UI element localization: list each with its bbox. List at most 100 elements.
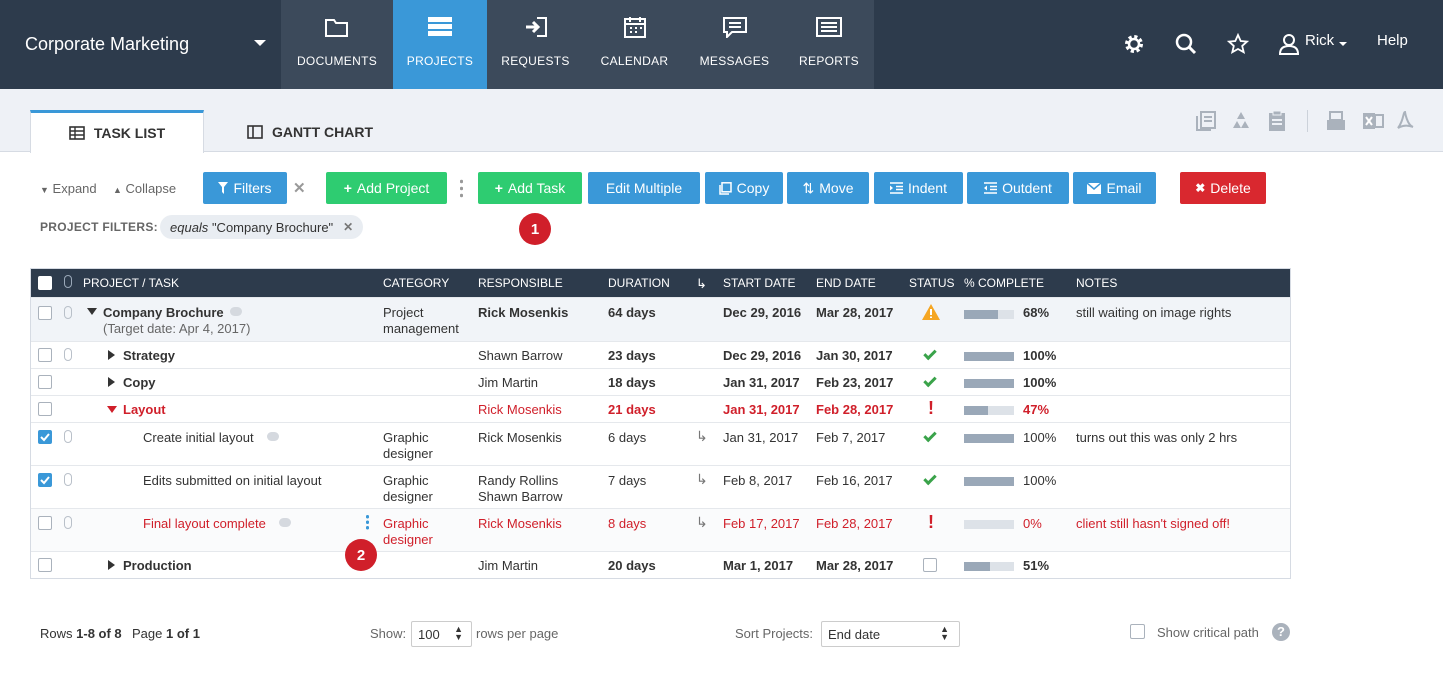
- nav-tab-reports[interactable]: REPORTS: [784, 0, 874, 89]
- rows-per-page-select[interactable]: 100 ▲ ▼: [411, 621, 472, 647]
- percent-complete: 100%: [1023, 430, 1057, 445]
- edit-multiple-button[interactable]: Edit Multiple: [588, 172, 700, 204]
- col-header-end[interactable]: END DATE: [816, 276, 876, 290]
- col-header-start[interactable]: START DATE: [723, 276, 795, 290]
- clipboard-icon[interactable]: [1266, 110, 1288, 132]
- delete-button[interactable]: ✖ Delete: [1180, 172, 1266, 204]
- task-name[interactable]: Production: [123, 558, 192, 573]
- more-options-icon[interactable]: [460, 178, 463, 198]
- collapse-toggle-icon[interactable]: [87, 308, 97, 315]
- indent-button[interactable]: Indent: [874, 172, 963, 204]
- attachment-icon[interactable]: [64, 516, 72, 529]
- remove-filter-icon[interactable]: ✕: [343, 220, 353, 234]
- table-row[interactable]: Create initial layout Graphic designer R…: [31, 422, 1290, 465]
- filters-button[interactable]: Filters: [203, 172, 287, 204]
- row-menu-icon[interactable]: [366, 514, 369, 530]
- expand-toggle-icon[interactable]: [108, 560, 115, 570]
- row-checkbox[interactable]: [38, 516, 52, 530]
- comment-icon[interactable]: [279, 518, 291, 527]
- comment-icon[interactable]: [230, 307, 242, 316]
- critical-path-label[interactable]: Show critical path: [1157, 625, 1259, 640]
- table-row[interactable]: Copy Jim Martin 18 days Jan 31, 2017 Feb…: [31, 368, 1290, 395]
- collapse-toggle-icon[interactable]: [107, 406, 117, 413]
- col-header-complete[interactable]: % COMPLETE: [964, 276, 1044, 290]
- dependency-icon[interactable]: ↳: [696, 428, 708, 445]
- attachment-icon[interactable]: [64, 306, 72, 319]
- task-name[interactable]: Strategy: [123, 348, 175, 363]
- select-all-checkbox[interactable]: [38, 276, 52, 290]
- col-header-duration[interactable]: DURATION: [608, 276, 670, 290]
- task-name[interactable]: Final layout complete: [143, 516, 266, 531]
- table-row[interactable]: Company Brochure (Target date: Apr 4, 20…: [31, 297, 1290, 341]
- row-checkbox[interactable]: [38, 558, 52, 572]
- help-icon[interactable]: ?: [1272, 623, 1290, 641]
- nav-tab-messages[interactable]: MESSAGES: [685, 0, 784, 89]
- notes[interactable]: client still hasn't signed off!: [1076, 516, 1230, 531]
- nav-tab-projects[interactable]: PROJECTS: [393, 0, 487, 89]
- sort-select[interactable]: End date ▲ ▼: [821, 621, 960, 647]
- table-row[interactable]: Edits submitted on initial layout Graphi…: [31, 465, 1290, 508]
- notes[interactable]: still waiting on image rights: [1076, 305, 1231, 320]
- clear-filters-icon[interactable]: ✕: [293, 179, 306, 197]
- row-checkbox[interactable]: [38, 375, 52, 389]
- outdent-button[interactable]: Outdent: [967, 172, 1069, 204]
- workspace-dropdown-icon[interactable]: [254, 40, 266, 46]
- user-menu[interactable]: Rick: [1305, 32, 1334, 49]
- task-name[interactable]: Copy: [123, 375, 156, 390]
- collapse-link[interactable]: ▲ Collapse: [113, 181, 176, 196]
- gear-icon[interactable]: [1123, 33, 1145, 55]
- excel-icon[interactable]: [1362, 110, 1384, 132]
- tab-task-list[interactable]: TASK LIST: [30, 110, 204, 153]
- row-checkbox[interactable]: [38, 473, 52, 487]
- table-row[interactable]: Final layout complete Graphic designer R…: [31, 508, 1290, 551]
- dependency-icon[interactable]: ↳: [696, 514, 708, 531]
- move-button[interactable]: ⇅ Move: [787, 172, 869, 204]
- col-header-responsible[interactable]: RESPONSIBLE: [478, 276, 563, 290]
- add-task-button[interactable]: + Add Task: [478, 172, 582, 204]
- row-checkbox[interactable]: [38, 348, 52, 362]
- expand-link[interactable]: ▼ Expand: [40, 181, 97, 196]
- search-icon[interactable]: [1175, 33, 1197, 55]
- email-button[interactable]: Email: [1073, 172, 1156, 204]
- critical-path-checkbox[interactable]: [1130, 624, 1145, 639]
- table-row[interactable]: Production Jim Martin 20 days Mar 1, 201…: [31, 551, 1290, 578]
- notes[interactable]: turns out this was only 2 hrs: [1076, 430, 1237, 445]
- add-project-button[interactable]: + Add Project: [326, 172, 447, 204]
- archive-icon[interactable]: [1195, 110, 1217, 132]
- row-checkbox[interactable]: [38, 430, 52, 444]
- col-header-task[interactable]: PROJECT / TASK: [83, 276, 179, 290]
- user-icon[interactable]: [1279, 33, 1299, 55]
- col-header-status[interactable]: STATUS: [909, 276, 955, 290]
- task-name[interactable]: Company Brochure: [103, 305, 224, 320]
- col-header-category[interactable]: CATEGORY: [383, 276, 449, 290]
- dependency-icon[interactable]: ↳: [696, 471, 708, 488]
- table-row[interactable]: Strategy Shawn Barrow 23 days Dec 29, 20…: [31, 341, 1290, 368]
- callout-badge-1: 1: [519, 213, 551, 245]
- attachment-icon[interactable]: [64, 348, 72, 361]
- help-link[interactable]: Help: [1377, 32, 1408, 49]
- status-checkbox[interactable]: [923, 558, 937, 572]
- recycle-icon[interactable]: [1230, 110, 1252, 132]
- expand-toggle-icon[interactable]: [108, 350, 115, 360]
- col-header-notes[interactable]: NOTES: [1076, 276, 1117, 290]
- row-checkbox[interactable]: [38, 402, 52, 416]
- task-name[interactable]: Create initial layout: [143, 430, 254, 445]
- table-row[interactable]: Layout Rick Mosenkis 21 days Jan 31, 201…: [31, 395, 1290, 422]
- attachment-icon[interactable]: [64, 430, 72, 443]
- row-checkbox[interactable]: [38, 306, 52, 320]
- comment-icon[interactable]: [267, 432, 279, 441]
- task-name[interactable]: Edits submitted on initial layout: [143, 473, 321, 488]
- star-icon[interactable]: [1227, 33, 1249, 55]
- task-name[interactable]: Layout: [123, 402, 166, 417]
- expand-toggle-icon[interactable]: [108, 377, 115, 387]
- attachment-icon[interactable]: [64, 473, 72, 486]
- pdf-icon[interactable]: [1394, 110, 1416, 132]
- copy-button[interactable]: Copy: [705, 172, 783, 204]
- user-dropdown-icon[interactable]: [1339, 42, 1347, 46]
- tab-gantt-chart[interactable]: GANTT CHART: [230, 110, 390, 153]
- nav-tab-documents[interactable]: DOCUMENTS: [281, 0, 393, 89]
- workspace-title[interactable]: Corporate Marketing: [25, 34, 189, 55]
- print-icon[interactable]: [1325, 110, 1347, 132]
- nav-tab-calendar[interactable]: CALENDAR: [584, 0, 685, 89]
- nav-tab-requests[interactable]: REQUESTS: [487, 0, 584, 89]
